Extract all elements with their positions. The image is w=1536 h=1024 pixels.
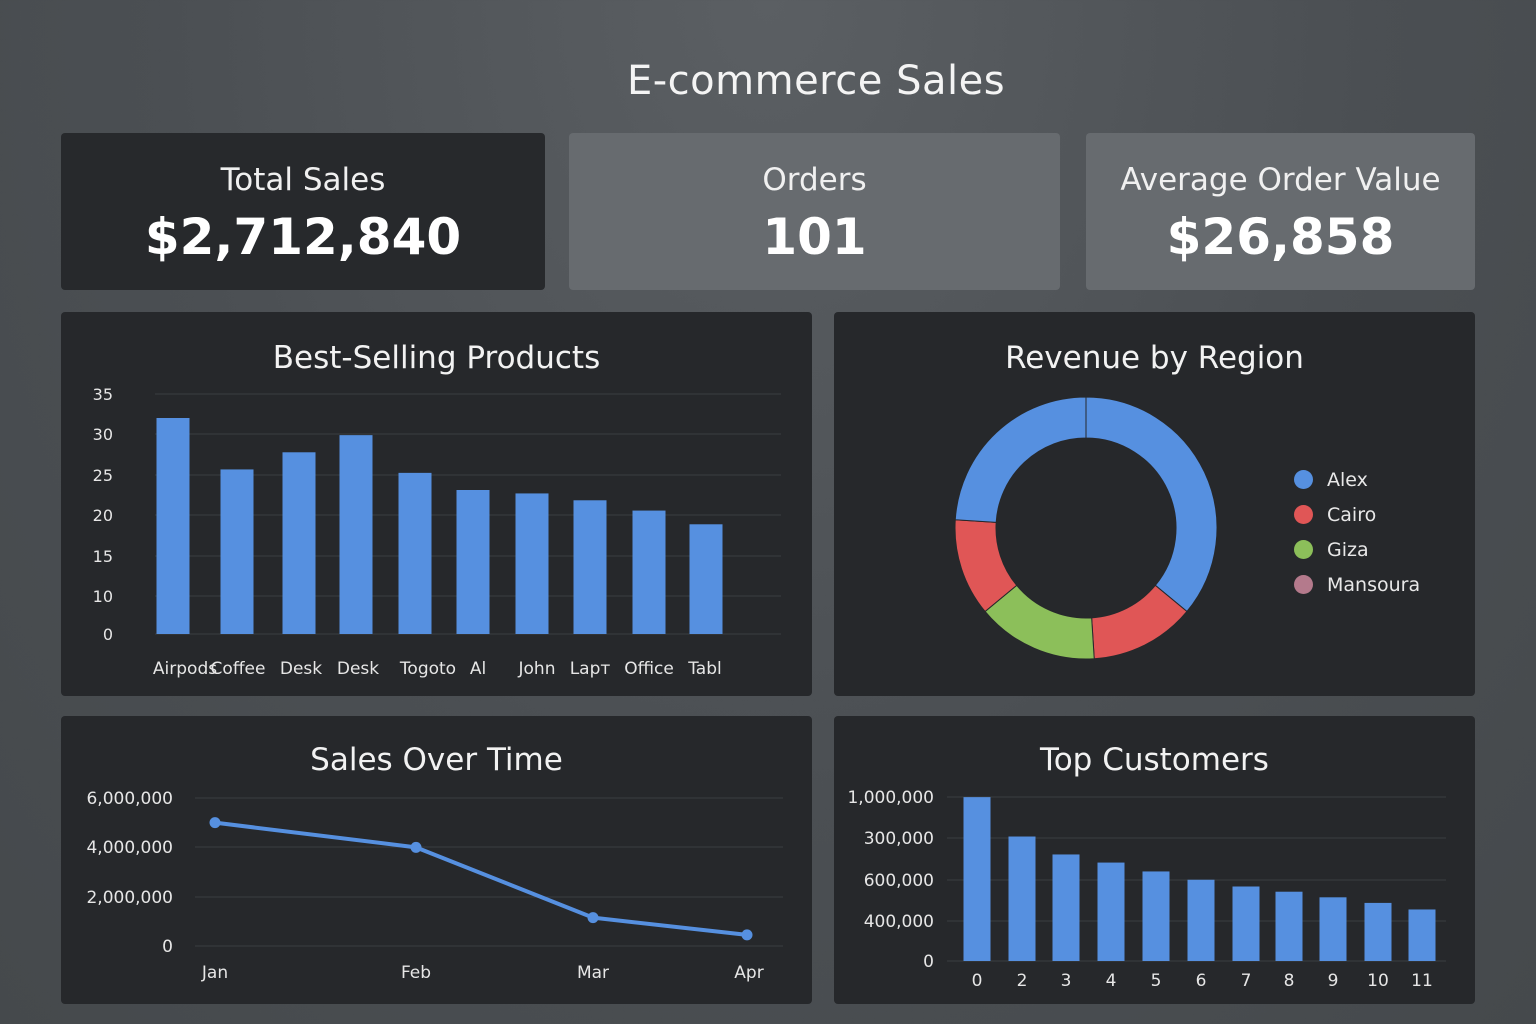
bar — [220, 469, 254, 634]
x-tick-label: Al — [470, 659, 486, 679]
x-tick-label: 8 — [1284, 971, 1295, 991]
y-tick-label: 20 — [93, 506, 113, 525]
x-tick-label: Togoto — [399, 659, 456, 679]
bar — [515, 493, 549, 634]
dashboard-title: E-commerce Sales — [626, 58, 1006, 104]
bar — [1052, 854, 1080, 961]
revenue-by-region-legend: Alex Cairo Giza Mansoura — [1294, 462, 1420, 602]
x-tick-label: 10 — [1367, 971, 1389, 991]
legend-swatch-alex — [1294, 470, 1313, 489]
x-tick-label: Lapт — [570, 659, 611, 679]
top-customers-chart[interactable]: 1,000,000 300,000 600,000 400,000 0 0 2 3 4 5 6 7 8 9… — [834, 716, 1475, 1004]
data-point — [209, 817, 221, 829]
x-tick-label: Office — [624, 659, 674, 679]
y-tick-label: 0 — [923, 952, 934, 972]
kpi-average-order-value-value: $26,858 — [1166, 208, 1395, 266]
bar — [1008, 836, 1036, 961]
legend-label-alex: Alex — [1327, 468, 1368, 491]
x-tick-label: 7 — [1241, 971, 1252, 991]
y-tick-label: 300,000 — [864, 829, 934, 849]
x-tick-label: Apr — [734, 963, 763, 983]
sales-over-time-panel: Sales Over Time 6,000,000 4,000,000 2,000,… — [61, 716, 812, 1004]
sales-over-time-chart[interactable]: 6,000,000 4,000,000 2,000,000 0 Jan Feb Mar Apr — [61, 716, 812, 1004]
bar — [398, 472, 432, 634]
x-tick-label: 11 — [1411, 971, 1433, 991]
bar — [963, 797, 991, 961]
x-tick-label: Feb — [401, 963, 431, 983]
x-tick-label: 4 — [1106, 971, 1117, 991]
legend-item-giza[interactable]: Giza — [1294, 532, 1420, 567]
y-tick-label: 1,000,000 — [847, 788, 934, 808]
kpi-orders-card[interactable]: Orders 101 — [569, 133, 1060, 290]
y-tick-label: 35 — [93, 385, 113, 404]
y-tick-label: 15 — [93, 547, 113, 566]
y-tick-label: 30 — [93, 425, 113, 444]
x-tick-label: Airpods — [153, 659, 217, 679]
bar — [1232, 886, 1260, 961]
x-tick-label: 9 — [1328, 971, 1339, 991]
y-tick-label: 400,000 — [864, 912, 934, 932]
bar — [632, 510, 666, 634]
y-tick-label: 25 — [93, 466, 113, 485]
kpi-average-order-value-card[interactable]: Average Order Value $26,858 — [1086, 133, 1475, 290]
y-tick-label: 6,000,000 — [86, 789, 173, 809]
bar — [1097, 862, 1125, 961]
x-tick-label: Mar — [577, 963, 609, 983]
x-tick-label: Јоhn — [518, 659, 556, 679]
x-tick-label: Desk — [280, 659, 322, 679]
bar — [573, 500, 607, 634]
y-tick-label: 4,000,000 — [86, 838, 173, 858]
bar — [1142, 871, 1170, 961]
kpi-average-order-value-label: Average Order Value — [1120, 162, 1441, 198]
data-point — [587, 912, 599, 924]
x-tick-label: Jan — [201, 963, 228, 983]
best-selling-products-panel: Best-Selling Products 35 30 25 20 15 10 0 Airpo… — [61, 312, 812, 696]
bar — [282, 452, 316, 634]
x-tick-label: Desk — [337, 659, 379, 679]
y-tick-label: 2,000,000 — [86, 888, 173, 908]
revenue-by-region-panel: Revenue by Region Alex Cairo Giza Mansou… — [834, 312, 1475, 696]
kpi-total-sales-value: $2,712,840 — [144, 208, 462, 266]
bar — [339, 435, 373, 634]
legend-label-cairo: Cairo — [1327, 503, 1377, 526]
x-tick-label: 6 — [1196, 971, 1207, 991]
series-line — [214, 820, 748, 937]
bar — [1408, 909, 1436, 961]
bar — [1275, 891, 1303, 961]
bar — [456, 490, 490, 634]
y-tick-label: 600,000 — [864, 871, 934, 891]
bar — [1319, 897, 1347, 961]
legend-swatch-cairo — [1294, 505, 1313, 524]
kpi-total-sales-label: Total Sales — [220, 162, 386, 198]
bar — [156, 418, 190, 634]
x-tick-label: 3 — [1061, 971, 1072, 991]
kpi-orders-label: Orders — [762, 162, 867, 198]
kpi-orders-value: 101 — [762, 208, 867, 266]
top-customers-panel: Top Customers 1,000,000 300,000 600,000 400… — [834, 716, 1475, 1004]
legend-label-mansoura: Mansoura — [1327, 573, 1421, 596]
y-tick-label: 0 — [103, 625, 113, 644]
legend-item-cairo[interactable]: Cairo — [1294, 497, 1420, 532]
legend-label-giza: Giza — [1327, 538, 1369, 561]
data-point — [741, 929, 753, 941]
x-tick-label: Coffee — [211, 659, 266, 679]
donut-slice-alex — [1085, 396, 1218, 613]
bar — [689, 524, 723, 634]
x-tick-label: 2 — [1017, 971, 1028, 991]
legend-item-alex[interactable]: Alex — [1294, 462, 1420, 497]
legend-item-mansoura[interactable]: Mansoura — [1294, 567, 1420, 602]
y-tick-label: 10 — [93, 587, 113, 606]
data-point — [410, 841, 422, 853]
legend-swatch-mansoura — [1294, 575, 1313, 594]
kpi-total-sales-card[interactable]: Total Sales $2,712,840 — [61, 133, 545, 290]
legend-swatch-giza — [1294, 540, 1313, 559]
bar — [1187, 879, 1215, 961]
best-selling-products-chart[interactable]: 35 30 25 20 15 10 0 AirpodsCoffee Desk Desk Togoto… — [61, 312, 812, 696]
x-tick-label: 0 — [972, 971, 983, 991]
donut-slice-alex — [954, 396, 1087, 523]
y-tick-label: 0 — [162, 937, 173, 957]
x-tick-label: Tabl — [687, 659, 722, 679]
x-tick-label: 5 — [1151, 971, 1162, 991]
bar — [1364, 902, 1392, 961]
